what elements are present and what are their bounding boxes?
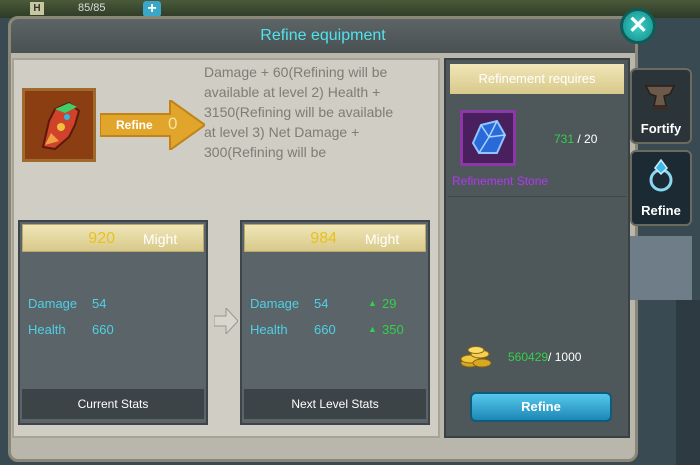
tab-refine-label: Refine xyxy=(641,203,681,218)
background-building xyxy=(630,236,692,300)
gold-count: 560429/ 1000 xyxy=(508,350,581,364)
next-stats-box: 984 Might Damage 54 ▲ 29 Health 660 ▲ 35… xyxy=(240,220,430,425)
refinement-stone-icon xyxy=(463,113,513,163)
next-might-label: Might xyxy=(365,231,400,247)
equipment-slot[interactable] xyxy=(22,88,96,162)
close-button[interactable]: ✕ xyxy=(620,8,656,44)
current-might-value: 920 xyxy=(88,230,115,247)
gold-need: / 1000 xyxy=(548,350,582,364)
stat-name: Damage xyxy=(250,296,300,311)
tab-fortify-label: Fortify xyxy=(640,121,682,136)
refine-level-count: 0 xyxy=(168,114,178,133)
increase-arrow-icon: ▲ xyxy=(368,324,377,334)
anvil-icon xyxy=(644,85,676,110)
tab-fortify[interactable]: Fortify xyxy=(630,68,692,144)
refinement-stone-slot[interactable] xyxy=(460,110,516,166)
stat-value: 54 xyxy=(92,296,107,311)
window-title: Refine equipment xyxy=(260,27,386,44)
stat-value: 660 xyxy=(92,322,114,337)
gem-ring-icon xyxy=(649,158,673,192)
hp-chip: H xyxy=(30,2,44,15)
arrow-right-icon xyxy=(214,308,238,334)
stat-increase: 29 xyxy=(382,296,397,311)
increase-arrow-icon: ▲ xyxy=(368,298,377,308)
title-bar: Refine equipment xyxy=(11,19,635,53)
next-stats-footer: Next Level Stats xyxy=(244,389,426,419)
divider xyxy=(448,196,626,197)
background-scenery xyxy=(676,300,700,465)
refine-button[interactable]: Refine xyxy=(470,392,612,422)
next-might-value: 984 xyxy=(310,230,337,247)
current-stats-box: 920 Might Damage 54 Health 660 Current S… xyxy=(18,220,208,425)
gauntlet-icon xyxy=(25,91,93,159)
hp-text: 85/85 xyxy=(78,2,106,14)
stat-name: Health xyxy=(28,322,66,337)
stone-count: 731 / 20 xyxy=(554,132,597,146)
tab-refine[interactable]: Refine xyxy=(630,150,692,226)
stat-name: Damage xyxy=(28,296,78,311)
next-might-bar: 984 Might xyxy=(244,224,426,252)
requirements-header: Refinement requires xyxy=(450,64,624,94)
gold-have: 560429 xyxy=(508,350,549,364)
current-stats-footer: Current Stats xyxy=(22,389,204,419)
stone-need: / 20 xyxy=(574,132,598,146)
refinement-stone-name: Refinement Stone xyxy=(452,174,549,188)
refine-description: Damage + 60(Refining will be available a… xyxy=(204,64,394,160)
current-might-bar: 920 Might xyxy=(22,224,204,252)
stat-name: Health xyxy=(250,322,288,337)
hp-plus-button[interactable]: + xyxy=(143,1,161,17)
stat-value: 660 xyxy=(314,322,336,337)
stone-have: 731 xyxy=(554,132,575,146)
stat-value: 54 xyxy=(314,296,329,311)
refine-arrow-label: Refine xyxy=(116,118,153,132)
stat-increase: 350 xyxy=(382,322,404,337)
gold-coins-icon xyxy=(460,346,492,368)
current-might-label: Might xyxy=(143,231,178,247)
